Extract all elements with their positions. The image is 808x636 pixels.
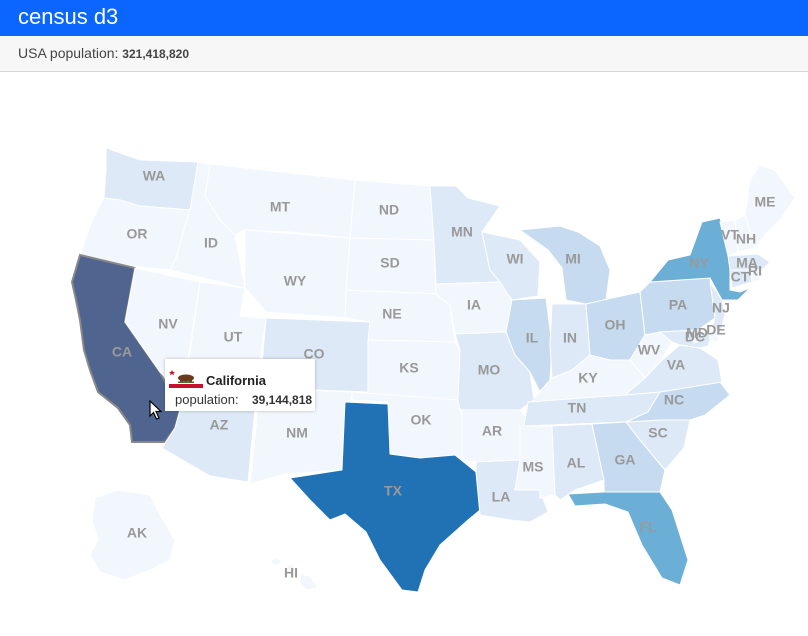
label-NE: NE [382, 306, 401, 322]
label-UT: UT [224, 329, 243, 345]
label-DE: DE [706, 322, 725, 338]
label-CT: CT [731, 269, 750, 285]
label-WA: WA [143, 168, 166, 184]
label-HI: HI [284, 565, 298, 581]
label-SD: SD [380, 255, 399, 271]
label-AL: AL [567, 455, 586, 471]
label-NM: NM [286, 425, 308, 441]
label-NC: NC [664, 392, 684, 408]
label-FL: FL [639, 519, 657, 535]
label-OK: OK [411, 412, 432, 428]
label-LA: LA [492, 489, 511, 505]
label-TN: TN [568, 400, 587, 416]
label-MI: MI [565, 251, 581, 267]
us-population-choropleth-map: WA OR CA ID NV UT AZ MT WY CO NM ND SD N… [70, 146, 796, 593]
label-WY: WY [284, 273, 307, 289]
tooltip-population-value: 39,144,818 [252, 393, 313, 407]
label-KS: KS [399, 360, 418, 376]
label-DC: DC [685, 329, 705, 345]
population-summary-bar: USA population: 321,418,820 [0, 36, 808, 72]
label-IL: IL [526, 330, 539, 346]
label-KY: KY [578, 370, 598, 386]
label-WI: WI [506, 251, 523, 267]
label-AK: AK [127, 525, 147, 541]
label-IN: IN [563, 330, 577, 346]
label-CA: CA [112, 344, 132, 360]
label-SC: SC [648, 425, 667, 441]
mouse-pointer-icon [149, 400, 163, 420]
tooltip-state-name: California [206, 373, 266, 388]
app-title: census d3 [18, 4, 119, 29]
label-MT: MT [270, 199, 291, 215]
label-MA: MA [736, 255, 758, 271]
app-header: census d3 [0, 0, 808, 36]
label-ID: ID [204, 235, 218, 251]
label-IA: IA [467, 297, 481, 313]
population-summary-value: 321,418,820 [122, 47, 190, 61]
label-AR: AR [482, 423, 502, 439]
label-WV: WV [638, 342, 661, 358]
tooltip-population-label: population: [175, 392, 239, 407]
label-NH: NH [736, 231, 756, 247]
label-NJ: NJ [712, 300, 730, 316]
label-OR: OR [127, 226, 148, 242]
label-NY: NY [689, 255, 709, 271]
label-AZ: AZ [210, 417, 229, 433]
state-FL[interactable] [567, 491, 689, 586]
population-summary-label: USA population: [18, 45, 123, 61]
label-VA: VA [667, 357, 685, 373]
label-ME: ME [755, 194, 776, 210]
state-tooltip: California population: 39,144,818 [165, 359, 315, 411]
label-PA: PA [669, 297, 687, 313]
label-MN: MN [451, 224, 473, 240]
label-OH: OH [605, 317, 626, 333]
label-MS: MS [523, 459, 544, 475]
label-GA: GA [615, 452, 636, 468]
label-NV: NV [158, 316, 178, 332]
california-flag-icon [169, 367, 203, 388]
label-TX: TX [384, 483, 403, 499]
label-ND: ND [379, 202, 399, 218]
label-MO: MO [478, 362, 501, 378]
